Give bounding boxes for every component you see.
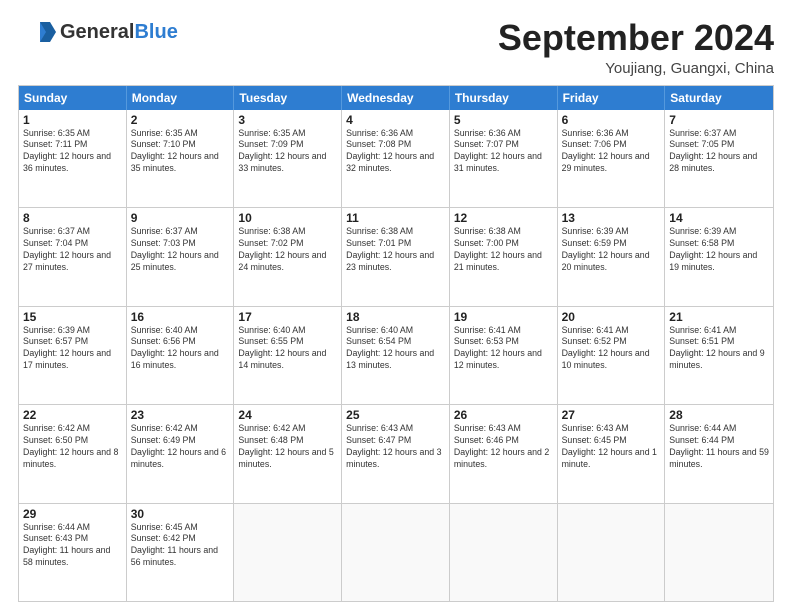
cal-cell-14: 14Sunrise: 6:39 AMSunset: 6:58 PMDayligh…: [665, 208, 773, 305]
header-friday: Friday: [558, 86, 666, 110]
cal-cell-empty-4-6: [665, 504, 773, 601]
cal-cell-29: 29Sunrise: 6:44 AMSunset: 6:43 PMDayligh…: [19, 504, 127, 601]
cal-cell-7: 7Sunrise: 6:37 AMSunset: 7:05 PMDaylight…: [665, 110, 773, 207]
calendar-header: Sunday Monday Tuesday Wednesday Thursday…: [19, 86, 773, 110]
cal-cell-6: 6Sunrise: 6:36 AMSunset: 7:06 PMDaylight…: [558, 110, 666, 207]
cal-cell-20: 20Sunrise: 6:41 AMSunset: 6:52 PMDayligh…: [558, 307, 666, 404]
title-block: September 2024 Youjiang, Guangxi, China: [498, 18, 774, 77]
logo-text: General: [60, 21, 134, 43]
logo-blue-text: Blue: [134, 21, 177, 43]
cal-cell-30: 30Sunrise: 6:45 AMSunset: 6:42 PMDayligh…: [127, 504, 235, 601]
cal-cell-4: 4Sunrise: 6:36 AMSunset: 7:08 PMDaylight…: [342, 110, 450, 207]
cal-cell-24: 24Sunrise: 6:42 AMSunset: 6:48 PMDayligh…: [234, 405, 342, 502]
cal-cell-8: 8Sunrise: 6:37 AMSunset: 7:04 PMDaylight…: [19, 208, 127, 305]
cal-cell-19: 19Sunrise: 6:41 AMSunset: 6:53 PMDayligh…: [450, 307, 558, 404]
cal-cell-23: 23Sunrise: 6:42 AMSunset: 6:49 PMDayligh…: [127, 405, 235, 502]
cal-cell-27: 27Sunrise: 6:43 AMSunset: 6:45 PMDayligh…: [558, 405, 666, 502]
cal-cell-17: 17Sunrise: 6:40 AMSunset: 6:55 PMDayligh…: [234, 307, 342, 404]
cal-cell-21: 21Sunrise: 6:41 AMSunset: 6:51 PMDayligh…: [665, 307, 773, 404]
cal-row-1: 8Sunrise: 6:37 AMSunset: 7:04 PMDaylight…: [19, 207, 773, 305]
cal-cell-empty-4-2: [234, 504, 342, 601]
cal-cell-16: 16Sunrise: 6:40 AMSunset: 6:56 PMDayligh…: [127, 307, 235, 404]
cal-cell-3: 3Sunrise: 6:35 AMSunset: 7:09 PMDaylight…: [234, 110, 342, 207]
logo: GeneralBlue: [18, 18, 178, 46]
logo-icon: [18, 18, 56, 46]
cal-cell-empty-4-3: [342, 504, 450, 601]
header-monday: Monday: [127, 86, 235, 110]
header-tuesday: Tuesday: [234, 86, 342, 110]
cal-cell-26: 26Sunrise: 6:43 AMSunset: 6:46 PMDayligh…: [450, 405, 558, 502]
header-thursday: Thursday: [450, 86, 558, 110]
cal-cell-15: 15Sunrise: 6:39 AMSunset: 6:57 PMDayligh…: [19, 307, 127, 404]
cal-row-0: 1Sunrise: 6:35 AMSunset: 7:11 PMDaylight…: [19, 110, 773, 207]
location: Youjiang, Guangxi, China: [498, 60, 774, 77]
month-title: September 2024: [498, 18, 774, 58]
header-wednesday: Wednesday: [342, 86, 450, 110]
cal-cell-empty-4-4: [450, 504, 558, 601]
cal-row-2: 15Sunrise: 6:39 AMSunset: 6:57 PMDayligh…: [19, 306, 773, 404]
cal-cell-11: 11Sunrise: 6:38 AMSunset: 7:01 PMDayligh…: [342, 208, 450, 305]
cal-row-4: 29Sunrise: 6:44 AMSunset: 6:43 PMDayligh…: [19, 503, 773, 601]
cal-cell-13: 13Sunrise: 6:39 AMSunset: 6:59 PMDayligh…: [558, 208, 666, 305]
cal-cell-18: 18Sunrise: 6:40 AMSunset: 6:54 PMDayligh…: [342, 307, 450, 404]
header-sunday: Sunday: [19, 86, 127, 110]
header-saturday: Saturday: [665, 86, 773, 110]
cal-cell-25: 25Sunrise: 6:43 AMSunset: 6:47 PMDayligh…: [342, 405, 450, 502]
cal-cell-2: 2Sunrise: 6:35 AMSunset: 7:10 PMDaylight…: [127, 110, 235, 207]
page: GeneralBlue September 2024 Youjiang, Gua…: [0, 0, 792, 612]
calendar-body: 1Sunrise: 6:35 AMSunset: 7:11 PMDaylight…: [19, 110, 773, 601]
cal-cell-5: 5Sunrise: 6:36 AMSunset: 7:07 PMDaylight…: [450, 110, 558, 207]
calendar: Sunday Monday Tuesday Wednesday Thursday…: [18, 85, 774, 602]
cal-cell-12: 12Sunrise: 6:38 AMSunset: 7:00 PMDayligh…: [450, 208, 558, 305]
cal-row-3: 22Sunrise: 6:42 AMSunset: 6:50 PMDayligh…: [19, 404, 773, 502]
header: GeneralBlue September 2024 Youjiang, Gua…: [18, 18, 774, 77]
cal-cell-28: 28Sunrise: 6:44 AMSunset: 6:44 PMDayligh…: [665, 405, 773, 502]
cal-cell-9: 9Sunrise: 6:37 AMSunset: 7:03 PMDaylight…: [127, 208, 235, 305]
cal-cell-10: 10Sunrise: 6:38 AMSunset: 7:02 PMDayligh…: [234, 208, 342, 305]
cal-cell-empty-4-5: [558, 504, 666, 601]
cal-cell-22: 22Sunrise: 6:42 AMSunset: 6:50 PMDayligh…: [19, 405, 127, 502]
cal-cell-1: 1Sunrise: 6:35 AMSunset: 7:11 PMDaylight…: [19, 110, 127, 207]
